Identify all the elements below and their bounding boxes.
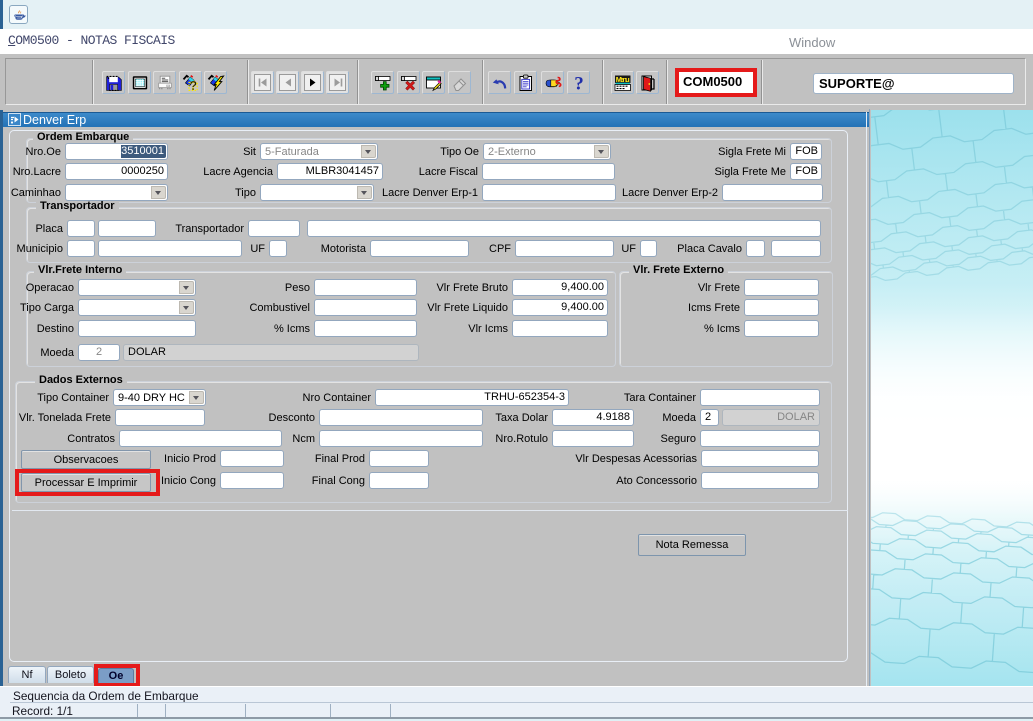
svg-text:?: ? xyxy=(574,74,584,92)
svg-text:Menu: Menu xyxy=(616,75,630,84)
svg-text:?: ? xyxy=(189,79,197,92)
